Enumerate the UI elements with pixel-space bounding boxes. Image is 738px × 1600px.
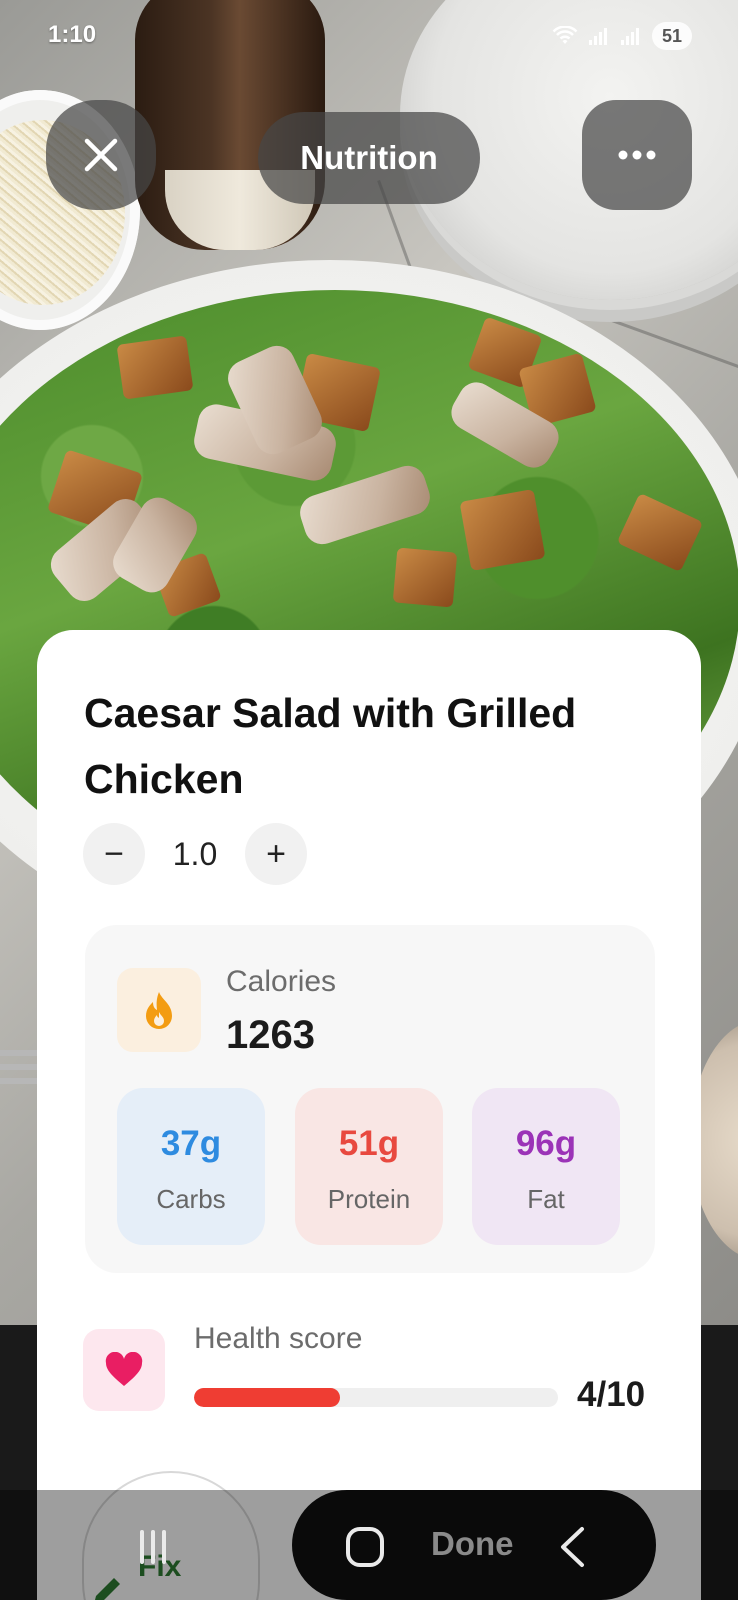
macro-protein: 51g Protein <box>295 1088 443 1245</box>
heart-icon <box>105 1352 143 1386</box>
page-title: Nutrition <box>258 112 480 204</box>
home-nav-button[interactable] <box>346 1527 384 1567</box>
health-score-bar <box>194 1388 558 1407</box>
fat-label: Fat <box>527 1184 565 1214</box>
crouton <box>459 489 546 571</box>
fat-value: 96g <box>515 1124 577 1163</box>
calories-icon-box <box>117 968 201 1052</box>
close-icon <box>84 138 118 172</box>
signal-icon <box>621 28 639 45</box>
servings-value: 1.0 <box>172 835 218 872</box>
more-options-button[interactable] <box>582 100 692 210</box>
macro-carbs: 37g Carbs <box>117 1088 265 1245</box>
nutrition-sheet: Caesar Salad with Grilled Chicken − 1.0 … <box>37 630 701 1600</box>
carbs-value: 37g <box>160 1124 222 1163</box>
back-nav-icon[interactable] <box>558 1526 586 1568</box>
health-score-fill <box>194 1388 340 1407</box>
increment-button[interactable]: + <box>245 823 307 885</box>
carbs-label: Carbs <box>156 1184 226 1214</box>
health-score-value: 4/10 <box>577 1375 646 1414</box>
crouton <box>116 335 194 400</box>
calories-value: 1263 <box>226 1013 315 1057</box>
status-bar: 1:10 51 <box>0 0 738 70</box>
more-horizontal-icon <box>618 150 656 160</box>
protein-label: Protein <box>327 1184 411 1214</box>
wifi-icon <box>552 26 578 44</box>
nutrition-summary: Calories 1263 37g Carbs 51g Protein 96g … <box>85 925 655 1273</box>
food-title: Caesar Salad with Grilled Chicken <box>84 690 577 802</box>
status-icons: 51 <box>552 22 692 50</box>
macro-fat: 96g Fat <box>472 1088 620 1245</box>
signal-icon <box>589 28 607 45</box>
protein-value: 51g <box>338 1124 400 1163</box>
health-icon-box <box>83 1329 165 1411</box>
calories-label: Calories <box>226 965 337 998</box>
flame-icon <box>146 992 172 1029</box>
health-score-label: Health score <box>194 1322 363 1355</box>
recents-nav-button[interactable] <box>140 1530 166 1564</box>
servings-stepper: − 1.0 + <box>83 823 307 885</box>
close-button[interactable] <box>46 100 156 210</box>
status-time: 1:10 <box>48 21 97 48</box>
done-label: Done <box>431 1525 514 1562</box>
crouton <box>392 547 458 608</box>
decrement-button[interactable]: − <box>83 823 145 885</box>
battery-indicator: 51 <box>652 22 692 50</box>
